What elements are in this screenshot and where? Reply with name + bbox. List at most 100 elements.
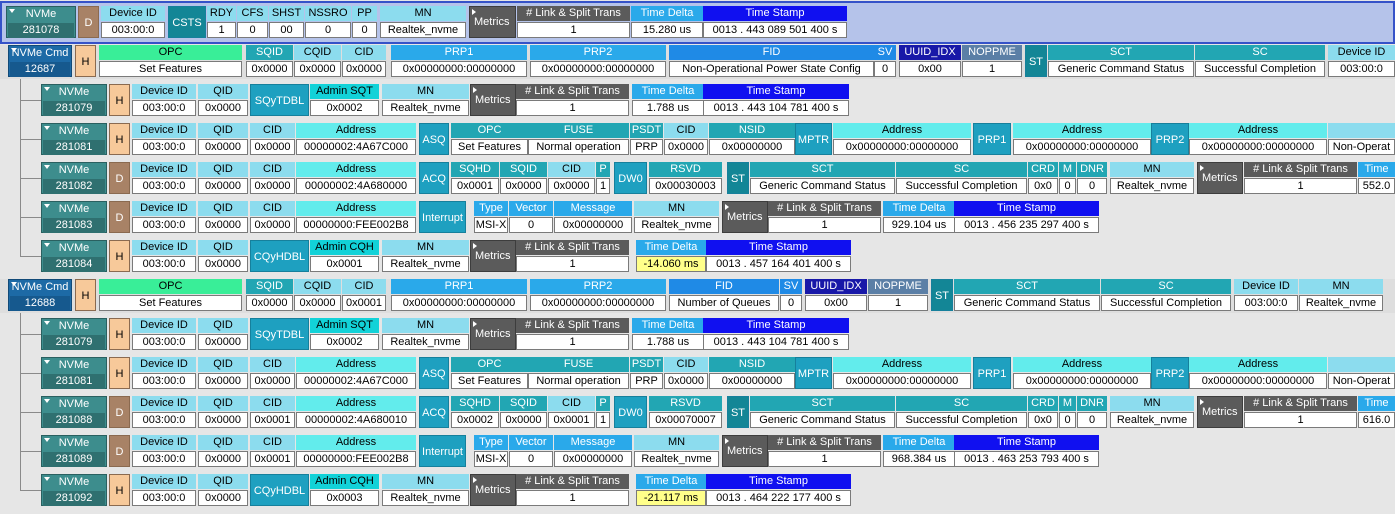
metrics-group[interactable]: Metrics bbox=[470, 84, 516, 116]
collapse-triangle-icon[interactable] bbox=[1200, 165, 1204, 171]
field-device-id[interactable]: Device ID 003:00:0 bbox=[132, 474, 196, 506]
field-device-id[interactable]: Device ID 003:00:0 bbox=[1328, 45, 1395, 77]
field-address[interactable]: Address 00000002:4A680010 bbox=[296, 396, 416, 428]
field-qid[interactable]: QID 0x0000 bbox=[198, 357, 248, 389]
field-admin-cqh[interactable]: Admin CQH 0x0003 bbox=[310, 474, 379, 506]
field-time-stamp[interactable]: Time Stamp 0013 . 463 253 793 400 s bbox=[954, 435, 1099, 467]
field-rsvd[interactable]: RSVD 0x00070007 bbox=[649, 396, 722, 428]
field-address[interactable]: Address 0x00000000:00000000 bbox=[1013, 357, 1151, 389]
field-psdt[interactable]: PSDT PRP bbox=[630, 123, 663, 155]
field-time-stamp[interactable]: Time Stamp 0013 . 443 089 501 400 s bbox=[703, 6, 847, 38]
field-qid[interactable]: QID 0x0000 bbox=[198, 201, 248, 233]
field-address[interactable]: Address 0x00000000:00000000 bbox=[833, 357, 971, 389]
field-time-stamp[interactable]: Time Stamp 0013 . 443 104 781 400 s bbox=[703, 84, 849, 116]
field-sqid[interactable]: SQID 0x0000 bbox=[500, 162, 547, 194]
field-prp2[interactable]: PRP2 0x00000000:00000000 bbox=[530, 279, 666, 311]
field-crd[interactable]: CRD 0x0 bbox=[1028, 396, 1058, 428]
field-time-delta[interactable]: Time Delta -21.117 ms bbox=[636, 474, 706, 506]
field-m[interactable]: M0 bbox=[1059, 162, 1076, 194]
field-m[interactable]: M0 bbox=[1059, 396, 1076, 428]
trace-row[interactable]: NVMe 281089 D Device ID 003:00:0 QID 0x0000 CID… bbox=[0, 435, 1395, 469]
field-field[interactable]: Non-Operat bbox=[1328, 123, 1395, 155]
field-opc[interactable]: OPC Set Features bbox=[451, 123, 528, 155]
field-sct[interactable]: SCT Generic Command Status bbox=[1048, 45, 1194, 77]
field-device-id[interactable]: Device ID 003:00:0 bbox=[132, 123, 196, 155]
field-address[interactable]: Address 00000002:4A67C000 bbox=[296, 123, 416, 155]
metrics-group[interactable]: Metrics bbox=[722, 201, 768, 233]
trace-row[interactable]: NVMe 281082 D Device ID 003:00:0 QID 0x0000 CID… bbox=[0, 162, 1395, 196]
field-cid[interactable]: CID 0x0001 bbox=[250, 435, 295, 467]
field-uuid-idx[interactable]: UUID_IDX 0x00 bbox=[805, 279, 867, 311]
field-address[interactable]: Address 00000000:FEE002B8 bbox=[296, 435, 416, 467]
field-link-split-trans[interactable]: # Link & Split Trans 1 bbox=[768, 435, 881, 467]
field-psdt[interactable]: PSDT PRP bbox=[630, 357, 663, 389]
field-mn[interactable]: MN Realtek_nvme bbox=[382, 318, 469, 350]
field-device-id[interactable]: Device ID 003:00:0 bbox=[132, 318, 196, 350]
packet-header[interactable]: NVMe 281078 bbox=[6, 6, 76, 38]
collapse-triangle-icon[interactable] bbox=[473, 243, 477, 249]
field-fid[interactable]: FID Number of Queues bbox=[669, 279, 779, 311]
field-address[interactable]: Address 0x00000000:00000000 bbox=[1189, 357, 1327, 389]
field-sv[interactable]: SV 0 bbox=[874, 45, 896, 77]
field-address[interactable]: Address 0x00000000:00000000 bbox=[1189, 123, 1327, 155]
field-link-split-trans[interactable]: # Link & Split Trans 1 bbox=[768, 201, 881, 233]
field-address[interactable]: Address 00000002:4A67C000 bbox=[296, 357, 416, 389]
metrics-group[interactable]: Metrics bbox=[1197, 162, 1243, 194]
field-dnr[interactable]: DNR 0 bbox=[1077, 162, 1107, 194]
metrics-group[interactable]: Metrics bbox=[1197, 396, 1243, 428]
collapse-triangle-icon[interactable] bbox=[725, 438, 729, 444]
field-time-delta[interactable]: Time Delta 968.384 us bbox=[883, 435, 955, 467]
field-fid[interactable]: FID Non-Operational Power State Config bbox=[669, 45, 874, 77]
field-noppme[interactable]: NOPPME 1 bbox=[962, 45, 1022, 77]
field-cid[interactable]: CID 0x0000 bbox=[342, 45, 386, 77]
collapse-triangle-icon[interactable] bbox=[473, 87, 477, 93]
field-opc[interactable]: OPC Set Features bbox=[99, 45, 242, 77]
trace-row[interactable]: NVMe 281088 D Device ID 003:00:0 QID 0x0000 CID… bbox=[0, 396, 1395, 430]
metrics-group[interactable]: Metrics bbox=[469, 6, 516, 38]
field-type[interactable]: Type MSI-X bbox=[474, 435, 508, 467]
field-vector[interactable]: Vector 0 bbox=[509, 435, 553, 467]
field-uuid-idx[interactable]: UUID_IDX 0x00 bbox=[899, 45, 961, 77]
field-cqid[interactable]: CQID 0x0000 bbox=[294, 279, 341, 311]
field-cid[interactable]: CID 0x0000 bbox=[548, 162, 595, 194]
field-link-split-trans[interactable]: # Link & Split Trans 1 bbox=[516, 84, 629, 116]
metrics-group[interactable]: Metrics bbox=[470, 240, 516, 272]
trace-row[interactable]: NVMe 281081 H Device ID 003:00:0 QID 0x0000 CID… bbox=[0, 123, 1395, 157]
field-link-split-trans[interactable]: # Link & Split Trans 1 bbox=[516, 318, 629, 350]
field-message[interactable]: Message 0x00000000 bbox=[554, 201, 632, 233]
metrics-group[interactable]: Metrics bbox=[470, 318, 516, 350]
field-time-stamp[interactable]: Time Stamp 0013 . 443 104 781 400 s bbox=[703, 318, 849, 350]
field-mn[interactable]: MN Realtek_nvme bbox=[634, 435, 719, 467]
field-type[interactable]: Type MSI-X bbox=[474, 201, 508, 233]
field-device-id[interactable]: Device ID 003:00:0 bbox=[132, 162, 196, 194]
packet-header[interactable]: NVMe 281079 bbox=[41, 84, 107, 116]
field-sqid[interactable]: SQID 0x0000 bbox=[246, 45, 293, 77]
trace-row[interactable]: NVMe 281078 D Device ID 003:00:0 CSTS RDY 1 CFS 0… bbox=[0, 1, 1395, 44]
field-mn[interactable]: MN Realtek_nvme bbox=[1110, 162, 1194, 194]
trace-row[interactable]: NVMe 281081 H Device ID 003:00:0 QID 0x0000 CID… bbox=[0, 357, 1395, 391]
field-p[interactable]: P1 bbox=[596, 162, 610, 194]
field-crd[interactable]: CRD 0x0 bbox=[1028, 162, 1058, 194]
field-sqhd[interactable]: SQHD 0x0002 bbox=[451, 396, 499, 428]
packet-header[interactable]: NVMe 281083 bbox=[41, 201, 107, 233]
field-mn[interactable]: MN Realtek_nvme bbox=[382, 84, 469, 116]
field-mn[interactable]: MN Realtek_nvme bbox=[1110, 396, 1194, 428]
field-cid[interactable]: CID 0x0001 bbox=[342, 279, 386, 311]
field-device-id[interactable]: Device ID 003:00:0 bbox=[132, 435, 196, 467]
command-packet-header[interactable]: NVMe Cmd 12688 bbox=[8, 279, 72, 311]
field-prp2[interactable]: PRP2 0x00000000:00000000 bbox=[530, 45, 666, 77]
field-vector[interactable]: Vector 0 bbox=[509, 201, 553, 233]
field-cid[interactable]: CID 0x0000 bbox=[250, 123, 295, 155]
field-cid[interactable]: CID 0x0000 bbox=[250, 162, 295, 194]
field-field[interactable]: Non-Operat bbox=[1328, 357, 1395, 389]
packet-header[interactable]: NVMe 281084 bbox=[41, 240, 107, 272]
field-time-delta[interactable]: Time Delta -14.060 ms bbox=[636, 240, 706, 272]
field-qid[interactable]: QID 0x0000 bbox=[198, 162, 248, 194]
field-device-id[interactable]: Device ID 003:00:0 bbox=[132, 357, 196, 389]
field-prp1[interactable]: PRP1 0x00000000:00000000 bbox=[391, 279, 527, 311]
field-noppme[interactable]: NOPPME 1 bbox=[868, 279, 928, 311]
field-time[interactable]: Time 616.0 bbox=[1358, 396, 1395, 428]
trace-row[interactable]: NVMe 281079 H Device ID 003:00:0 QID 0x0000 SQy… bbox=[0, 318, 1395, 352]
field-link-split-trans[interactable]: # Link & Split Trans 1 bbox=[516, 474, 629, 506]
field-dnr[interactable]: DNR 0 bbox=[1077, 396, 1107, 428]
